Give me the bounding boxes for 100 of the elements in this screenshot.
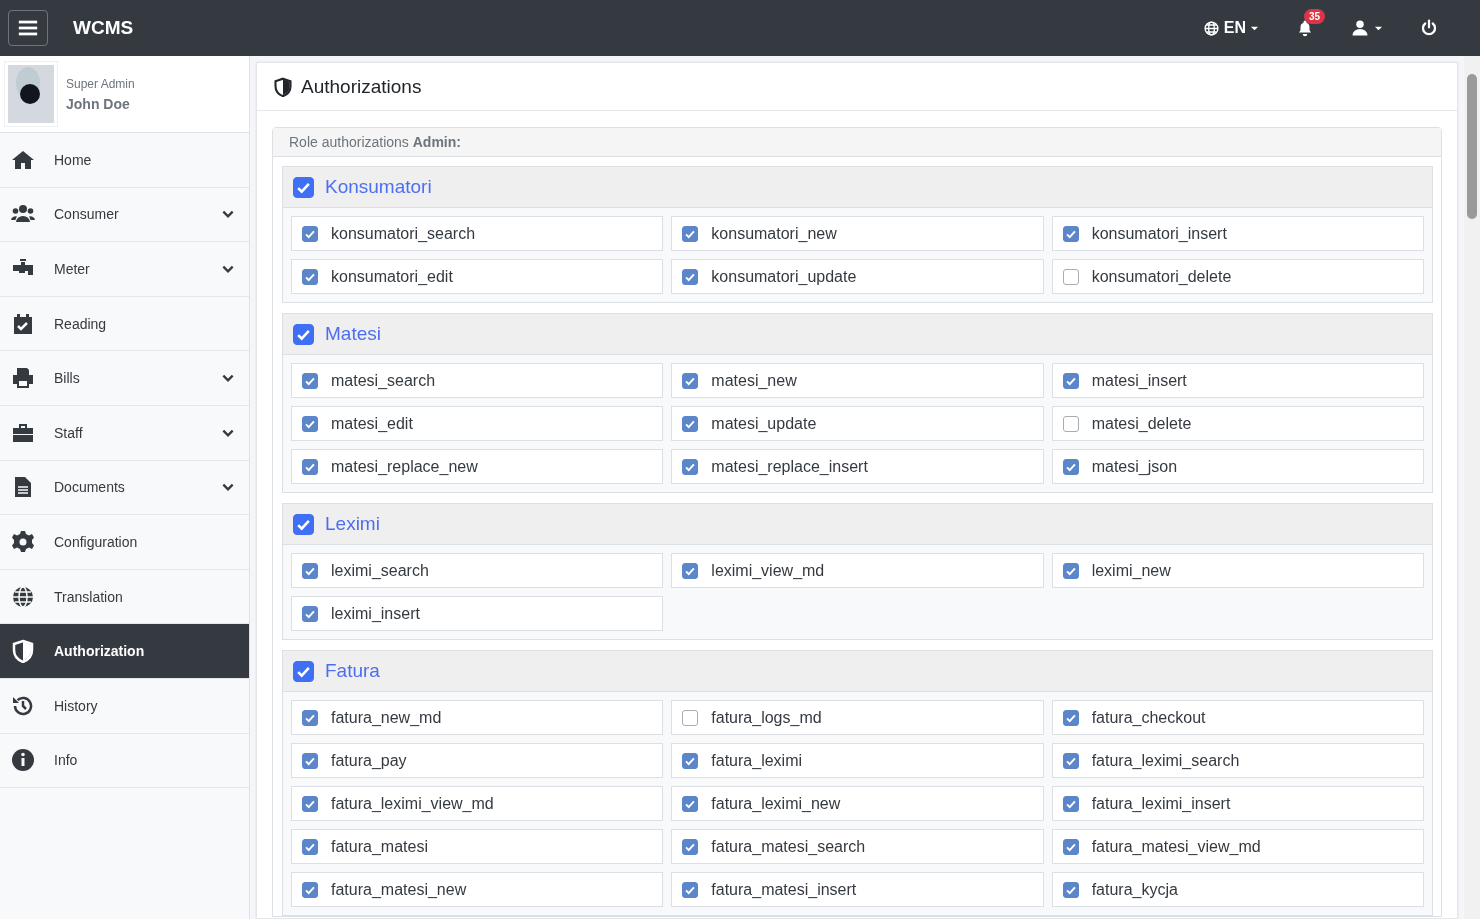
checkbox[interactable] (293, 323, 314, 345)
checkbox[interactable] (302, 795, 318, 812)
sidebar-item[interactable]: Info (0, 733, 249, 789)
sidebar-item[interactable]: Consumer (0, 187, 249, 243)
shield-icon (273, 76, 293, 97)
sidebar-item[interactable]: Home (0, 133, 249, 188)
permission-item[interactable]: leximi_search (291, 553, 664, 588)
permission-item[interactable]: fatura_leximi_view_md (291, 786, 664, 821)
permission-item[interactable]: fatura_pay (291, 743, 664, 778)
notification-count: 35 (1304, 9, 1326, 24)
checkbox[interactable] (302, 225, 318, 242)
permission-item[interactable]: fatura_matesi_insert (671, 872, 1044, 907)
sidebar-item[interactable]: Configuration (0, 515, 249, 570)
permission-item[interactable]: fatura_matesi_view_md (1051, 829, 1424, 864)
group-title: Konsumatori (325, 176, 432, 198)
permission-item[interactable]: leximi_view_md (671, 553, 1044, 588)
permission-item[interactable]: fatura_matesi_search (671, 829, 1044, 864)
permission-item[interactable]: matesi_replace_insert (671, 449, 1044, 484)
sidebar-item[interactable]: Meter (0, 242, 249, 297)
checkbox[interactable] (302, 605, 318, 622)
permission-item[interactable]: fatura_new_md (291, 700, 664, 735)
permission-item[interactable]: fatura_kycja (1051, 872, 1424, 907)
permission-item[interactable]: fatura_leximi_search (1051, 743, 1424, 778)
permission-item[interactable]: matesi_new (671, 363, 1044, 398)
checkbox[interactable] (682, 838, 699, 855)
checkbox[interactable] (682, 795, 699, 812)
checkbox[interactable] (302, 838, 318, 855)
checkbox[interactable] (682, 881, 699, 898)
checkbox[interactable] (1062, 268, 1079, 285)
scrollbar[interactable] (1464, 56, 1480, 919)
sidebar-item[interactable]: Authorization (0, 624, 249, 679)
checkbox[interactable] (682, 225, 699, 242)
permission-item[interactable]: fatura_leximi_new (671, 786, 1044, 821)
permission-item[interactable]: leximi_new (1051, 553, 1424, 588)
checkbox[interactable] (1062, 795, 1079, 812)
permission-item[interactable]: matesi_edit (291, 406, 664, 441)
permission-item[interactable]: matesi_insert (1051, 363, 1424, 398)
permission-item[interactable]: konsumatori_edit (291, 259, 664, 294)
checkbox[interactable] (293, 513, 314, 535)
permission-item[interactable]: fatura_matesi_new (291, 872, 664, 907)
permission-item[interactable]: konsumatori_delete (1051, 259, 1424, 294)
notifications-button[interactable]: 35 (1284, 8, 1326, 48)
permission-item[interactable]: fatura_leximi_insert (1051, 786, 1424, 821)
permission-item[interactable]: matesi_json (1051, 449, 1424, 484)
checkbox[interactable] (302, 415, 318, 432)
checkbox[interactable] (302, 752, 318, 769)
checkbox[interactable] (1062, 458, 1079, 475)
checkbox[interactable] (302, 458, 318, 475)
permission-item[interactable]: fatura_leximi (671, 743, 1044, 778)
permission-item[interactable]: leximi_insert (291, 596, 664, 631)
permission-item[interactable]: matesi_update (671, 406, 1044, 441)
permission-item[interactable]: fatura_matesi (291, 829, 664, 864)
checkbox[interactable] (682, 562, 699, 579)
checkbox[interactable] (293, 176, 314, 198)
language-dropdown[interactable]: EN (1190, 8, 1271, 48)
checkbox[interactable] (1062, 562, 1079, 579)
permission-item[interactable]: matesi_search (291, 363, 664, 398)
checkbox[interactable] (682, 415, 699, 432)
checkbox[interactable] (1062, 225, 1079, 242)
checkbox[interactable] (1062, 372, 1079, 389)
checkbox[interactable] (1062, 415, 1079, 432)
gear-icon (10, 529, 36, 554)
menu-button[interactable] (8, 10, 48, 46)
sidebar-item[interactable]: Documents (0, 460, 249, 516)
sidebar-item[interactable]: History (0, 678, 249, 734)
checkbox[interactable] (682, 268, 699, 285)
role-authorizations-label: Role authorizations Admin: (273, 128, 1441, 157)
checkbox[interactable] (1062, 709, 1079, 726)
checkbox[interactable] (682, 752, 699, 769)
power-icon (1420, 19, 1438, 37)
sidebar-item[interactable]: Staff (0, 405, 249, 461)
checkbox[interactable] (293, 660, 314, 682)
checkbox[interactable] (682, 458, 699, 475)
permission-item[interactable]: konsumatori_new (671, 216, 1044, 251)
avatar (4, 61, 58, 127)
printer-icon (10, 366, 36, 391)
brand-title[interactable]: WCMS (73, 17, 134, 39)
permission-item[interactable]: matesi_replace_new (291, 449, 664, 484)
group-title: Leximi (325, 513, 380, 535)
user-role: Super Admin (66, 76, 135, 91)
checkbox[interactable] (302, 562, 318, 579)
checkbox[interactable] (302, 268, 318, 285)
permission-item[interactable]: konsumatori_search (291, 216, 664, 251)
permission-item[interactable]: fatura_logs_md (671, 700, 1044, 735)
permission-item[interactable]: konsumatori_insert (1051, 216, 1424, 251)
checkbox[interactable] (682, 709, 699, 726)
checkbox[interactable] (1062, 881, 1079, 898)
user-name: John Doe (66, 95, 131, 112)
permission-item[interactable]: konsumatori_update (671, 259, 1044, 294)
checkbox[interactable] (1062, 752, 1079, 769)
sidebar-item[interactable]: Bills (0, 351, 249, 406)
sidebar-item[interactable]: Reading (0, 296, 249, 352)
shield-icon (10, 639, 36, 664)
checkbox[interactable] (302, 372, 318, 389)
checkbox[interactable] (682, 372, 699, 389)
permission-item[interactable]: fatura_checkout (1051, 700, 1424, 735)
permission-item[interactable]: matesi_delete (1051, 406, 1424, 441)
checkbox[interactable] (1062, 838, 1079, 855)
checkbox[interactable] (302, 881, 318, 898)
checkbox[interactable] (302, 709, 318, 726)
